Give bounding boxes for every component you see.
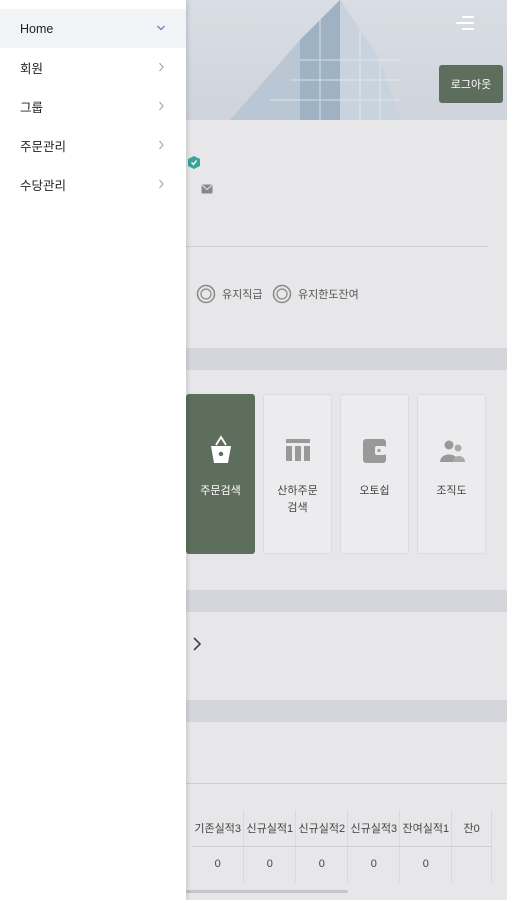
mail-icon[interactable]: [201, 184, 213, 194]
table-header: 잔여실적1: [399, 810, 453, 847]
tile-label: 산하주문 검색: [277, 485, 318, 514]
chevron-right-icon: [159, 101, 164, 111]
table-header: 기존실적3: [192, 810, 245, 847]
tile-sub-order-search[interactable]: 산하주문 검색: [263, 394, 332, 554]
sidebar-item-home[interactable]: Home: [0, 9, 186, 48]
chevron-right-icon: [159, 140, 164, 150]
sidebar-item-label: Home: [20, 21, 54, 36]
ring-icon: [272, 284, 292, 304]
stat-rank: 유지직급: [196, 284, 262, 304]
chevron-right-icon: [159, 62, 164, 72]
tile-order-search[interactable]: 주문검색: [186, 394, 255, 554]
chevron-right-icon: [159, 179, 164, 189]
verified-badge-icon: [188, 156, 200, 169]
table-cell: 0: [192, 846, 245, 882]
tile-autoship[interactable]: 오토쉽: [340, 394, 409, 554]
stat-label: 유지직급: [222, 289, 263, 301]
sidebar-item-allowance[interactable]: 수당관리: [0, 165, 186, 204]
table-row: 0 0 0 0 0: [192, 846, 492, 882]
table-cell: [451, 846, 492, 882]
chevron-down-icon: [157, 25, 165, 31]
sidebar-item-label: 그룹: [20, 101, 44, 115]
table-header: 신규실적1: [243, 810, 297, 847]
table-icon: [285, 439, 310, 461]
table-cell: 0: [295, 846, 349, 882]
divider: [186, 246, 488, 247]
chevron-right-icon[interactable]: [192, 637, 202, 651]
sidebar-item-member[interactable]: 회원: [0, 48, 186, 87]
stat-limit: 유지한도잔여: [272, 284, 359, 304]
ring-icon: [196, 284, 216, 304]
sidebar-drawer: Home 회원 그룹 주문관리 수당관리: [0, 0, 186, 900]
performance-table: 기존실적3 신규실적1 신규실적2 신규실적3 잔여실적1 잔0 0 0 0 0…: [192, 810, 492, 886]
wallet-icon: [362, 439, 386, 463]
table-header: 신규실적2: [295, 810, 349, 847]
table-cell: 0: [347, 846, 401, 882]
tile-org-chart[interactable]: 조직도: [417, 394, 486, 554]
sidebar-item-label: 주문관리: [20, 140, 67, 154]
sidebar-item-label: 회원: [20, 62, 44, 76]
section-band: [186, 348, 507, 370]
table-cell: 0: [243, 846, 297, 882]
tile-label: 조직도: [436, 485, 467, 497]
tile-label: 오토쉽: [359, 485, 390, 497]
tile-label: 주문검색: [200, 485, 241, 497]
section-band: [186, 590, 507, 612]
shopping-bag-icon: [210, 435, 231, 463]
logout-button[interactable]: 로그아웃: [439, 65, 503, 103]
table-header-row: 기존실적3 신규실적1 신규실적2 신규실적3 잔여실적1 잔0: [192, 810, 492, 847]
profile-card: [186, 120, 507, 348]
section-band: [186, 700, 507, 722]
people-icon: [439, 440, 465, 462]
table-header: 신규실적3: [347, 810, 401, 847]
sidebar-item-label: 수당관리: [20, 179, 67, 193]
horizontal-scrollbar[interactable]: [186, 890, 348, 893]
sidebar-item-orders[interactable]: 주문관리: [0, 126, 186, 165]
menu-icon[interactable]: [456, 16, 474, 32]
table-header: 잔0: [451, 810, 492, 847]
sidebar-item-group[interactable]: 그룹: [0, 87, 186, 126]
divider: [186, 783, 507, 784]
stat-label: 유지한도잔여: [298, 289, 359, 301]
table-cell: 0: [399, 846, 453, 882]
